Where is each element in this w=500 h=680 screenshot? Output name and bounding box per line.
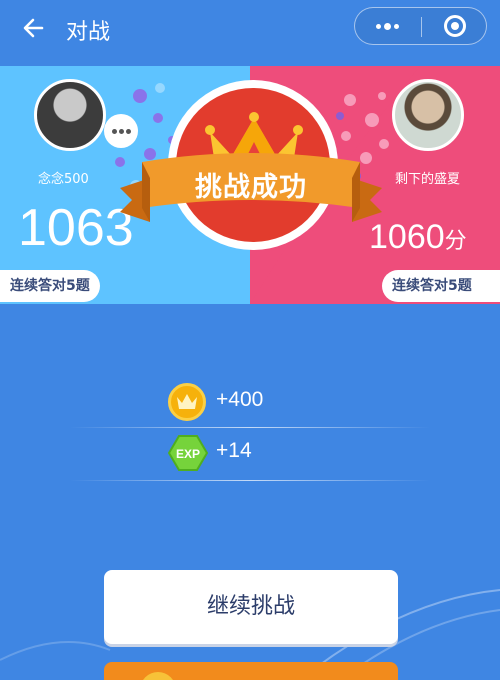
- chat-bubble-icon[interactable]: [104, 114, 138, 148]
- svg-text:EXP: EXP: [176, 447, 200, 461]
- page-title: 对战: [66, 20, 111, 45]
- left-player-avatar[interactable]: [34, 79, 106, 151]
- crown-coin-icon: [168, 383, 206, 421]
- nav-bar: 对战: [0, 0, 500, 58]
- right-score-unit: 分: [444, 228, 467, 253]
- mini-program-capsule: [354, 7, 487, 45]
- more-button[interactable]: [355, 8, 421, 44]
- reward-divider: [70, 427, 430, 428]
- right-streak-badge: 连续答对5题: [382, 270, 500, 302]
- reward-divider: [70, 480, 430, 481]
- right-player-avatar[interactable]: [392, 79, 464, 151]
- left-player-name: 念念500: [38, 172, 89, 187]
- exp-badge-icon: EXP: [168, 435, 208, 471]
- left-player-score: 1063: [18, 198, 134, 258]
- coin-icon: [140, 672, 176, 680]
- arrow-left-icon: [23, 18, 44, 38]
- left-streak-badge: 连续答对5题: [0, 270, 100, 302]
- coin-reward-value: +400: [216, 388, 264, 411]
- back-button[interactable]: [16, 10, 52, 46]
- right-player-name: 剩下的盛夏: [395, 172, 461, 187]
- orange-action-button[interactable]: [104, 662, 398, 680]
- close-mini-program-button[interactable]: [422, 8, 488, 44]
- continue-challenge-button[interactable]: 继续挑战: [104, 570, 398, 644]
- exp-reward-value: +14: [216, 439, 252, 462]
- left-score-value: 1063: [18, 199, 134, 257]
- challenge-result-label: 挑战成功: [195, 172, 307, 203]
- right-player-score: 1060分: [369, 218, 467, 257]
